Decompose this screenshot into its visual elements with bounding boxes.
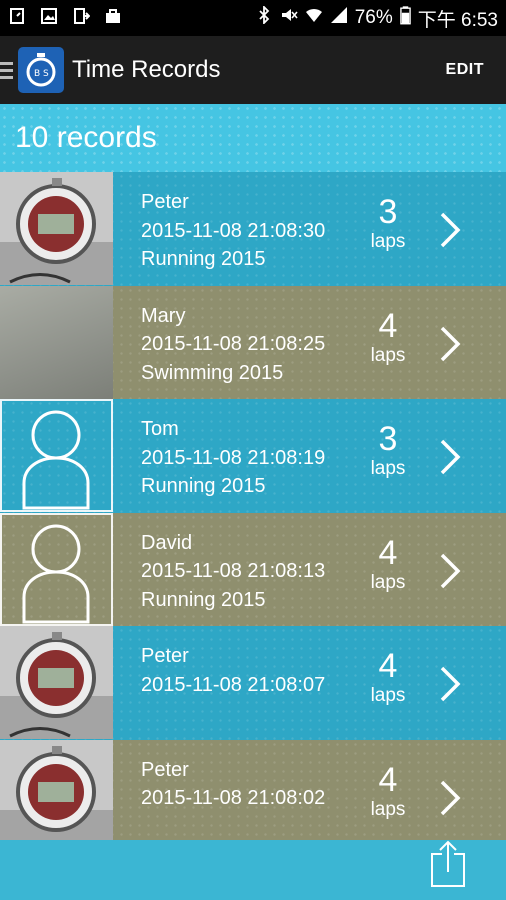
record-row[interactable]: David 2015-11-08 21:08:13 Running 2015 4… (0, 512, 506, 626)
record-name: Mary (141, 304, 186, 327)
laps-count: 4 laps (358, 762, 418, 822)
menu-icon[interactable] (0, 61, 16, 79)
record-event: Swimming 2015 (141, 361, 284, 384)
default-avatar-thumbnail (0, 512, 113, 626)
laps-label: laps (370, 344, 406, 366)
laps-number: 4 (378, 306, 398, 345)
laps-number: 4 (378, 533, 398, 572)
record-datetime: 2015-11-08 21:08:25 (141, 333, 326, 355)
app-title: Time Records (72, 56, 221, 83)
system-icons: 76% 下午 6:53 (255, 4, 498, 32)
record-event: Running 2015 (141, 475, 266, 497)
record-name: Peter (141, 191, 189, 213)
record-datetime: 2015-11-08 21:08:02 (141, 787, 326, 809)
chevron-right-icon[interactable] (436, 551, 464, 591)
notification-icons (8, 7, 122, 30)
briefcase-icon (104, 7, 122, 30)
wifi-icon (305, 6, 323, 30)
stopwatch-photo-thumbnail (0, 739, 113, 853)
record-row[interactable]: Peter 2015-11-08 21:08:30 Running 2015 3… (0, 172, 506, 286)
laps-count: 3 laps (358, 421, 418, 481)
gallery-icon (40, 7, 58, 30)
chevron-right-icon[interactable] (436, 324, 464, 364)
laps-label: laps (370, 685, 406, 706)
laps-number: 3 (378, 420, 398, 458)
records-header: 10 records (0, 104, 506, 172)
record-row[interactable]: Peter 2015-11-08 21:08:07 4 laps (0, 626, 506, 740)
chevron-right-icon[interactable] (436, 210, 464, 250)
device-icon (72, 7, 91, 30)
laps-count: 4 laps (358, 308, 418, 368)
stopwatch-logo-icon[interactable]: B S (18, 47, 64, 93)
record-info: Peter 2015-11-08 21:08:30 Running 2015 (141, 188, 325, 274)
record-info: Peter 2015-11-08 21:08:07 (141, 642, 325, 699)
status-bar: 76% 下午 6:53 (0, 0, 506, 36)
record-datetime: 2015-11-08 21:08:30 (141, 219, 326, 242)
bottom-bar (0, 840, 506, 900)
records-count: 10 records (15, 121, 157, 154)
laps-number: 3 (378, 193, 398, 231)
laps-count: 3 laps (358, 194, 418, 254)
battery-percent: 76% (354, 7, 393, 28)
bluetooth-icon (255, 4, 273, 30)
svg-text:S: S (43, 69, 49, 79)
laps-label: laps (370, 798, 406, 820)
edit-button[interactable]: EDIT (446, 61, 484, 79)
chevron-right-icon[interactable] (436, 437, 464, 477)
share-icon[interactable] (428, 840, 468, 888)
record-datetime: 2015-11-08 21:08:19 (141, 446, 326, 469)
record-name: Tom (141, 418, 179, 440)
laps-number: 4 (378, 760, 398, 799)
stopwatch-photo-thumbnail (0, 172, 113, 285)
laps-count: 4 laps (358, 535, 418, 595)
record-datetime: 2015-11-08 21:08:07 (141, 673, 326, 696)
laps-label: laps (370, 458, 406, 479)
svg-text:B: B (34, 69, 40, 79)
blurred-photo-thumbnail (0, 285, 113, 399)
record-row[interactable]: Tom 2015-11-08 21:08:19 Running 2015 3 l… (0, 399, 506, 513)
laps-label: laps (370, 571, 406, 593)
default-avatar-thumbnail (0, 399, 113, 512)
record-datetime: 2015-11-08 21:08:13 (141, 560, 326, 582)
record-info: Mary 2015-11-08 21:08:25 Swimming 2015 (141, 302, 325, 388)
record-row[interactable]: Mary 2015-11-08 21:08:25 Swimming 2015 4… (0, 285, 506, 399)
action-bar: B S Time Records EDIT (0, 36, 506, 104)
laps-label: laps (370, 231, 406, 252)
record-row[interactable]: Peter 2015-11-08 21:08:02 4 laps (0, 739, 506, 853)
stopwatch-photo-thumbnail (0, 626, 113, 739)
record-info: David 2015-11-08 21:08:13 Running 2015 (141, 529, 325, 615)
laps-number: 4 (378, 647, 398, 685)
record-info: Tom 2015-11-08 21:08:19 Running 2015 (141, 415, 325, 501)
record-name: David (141, 531, 193, 554)
screenshot-icon (8, 7, 26, 30)
record-name: Peter (141, 645, 189, 667)
battery-icon (399, 5, 411, 31)
mute-icon (280, 6, 298, 30)
record-event: Running 2015 (141, 588, 266, 611)
record-info: Peter 2015-11-08 21:08:02 (141, 756, 325, 813)
record-list: Peter 2015-11-08 21:08:30 Running 2015 3… (0, 172, 506, 853)
record-name: Peter (141, 758, 189, 781)
laps-count: 4 laps (358, 648, 418, 708)
chevron-right-icon[interactable] (436, 778, 464, 818)
record-event: Running 2015 (141, 248, 266, 270)
chevron-right-icon[interactable] (436, 664, 464, 704)
signal-icon (330, 6, 348, 30)
clock: 下午 6:53 (417, 9, 498, 31)
